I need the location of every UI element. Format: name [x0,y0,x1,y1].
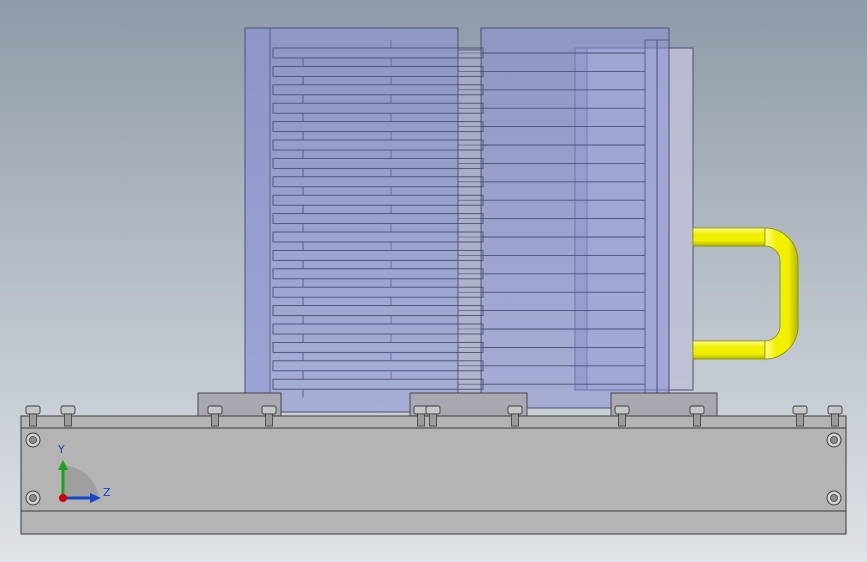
heatsink-left-block [244,27,459,413]
heatpipe-upper-segment [692,227,766,247]
heatpipe-lower-segment [692,340,766,360]
screw-head [60,405,76,415]
heatsink-left-frame [244,27,271,413]
screw-shank [64,413,72,427]
screw-shank [693,413,701,427]
base-plate[interactable] [20,415,847,535]
heatsink[interactable] [197,27,718,429]
screw-shank [211,413,219,427]
heatsink-core [457,49,482,411]
screw-head [792,405,808,415]
corner-screw-socket [29,436,37,444]
screw-shank [29,413,37,427]
cad-graphics-viewport[interactable]: Y Z [0,0,867,562]
screw-shank [618,413,626,427]
screw-head [261,405,277,415]
assembly-model-front-view[interactable] [0,0,867,562]
base-plate-body [20,415,847,535]
screw-head [827,405,843,415]
heatsink-right-block [480,27,670,409]
corner-screw-socket [830,436,838,444]
triad-x-point [59,494,67,502]
triad-z-label: Z [103,486,111,499]
screw-head [425,405,441,415]
screw-shank [831,413,839,427]
screw-shank [265,413,273,427]
screw-head [689,405,705,415]
screw-shank [417,413,425,427]
screw-head [507,405,523,415]
screw-head [614,405,630,415]
triad-y-label: Y [58,443,65,456]
screw-shank [429,413,437,427]
screw-shank [796,413,804,427]
corner-screw-socket [29,494,37,502]
corner-screw-socket [830,494,838,502]
screw-head [207,405,223,415]
screw-head [25,405,41,415]
screw-shank [511,413,519,427]
